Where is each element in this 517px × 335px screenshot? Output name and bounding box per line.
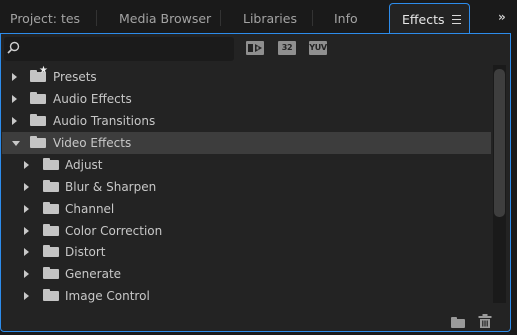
tree-item-label: Image Control (65, 289, 150, 303)
folder-icon (43, 180, 59, 192)
search-field (4, 37, 234, 61)
effects-panel: 32 YUV ★ Presets Audio Effects Audio Tra… (0, 33, 511, 332)
tree-item-distort[interactable]: Distort (2, 241, 491, 263)
tree-item-label: Blur & Sharpen (65, 180, 157, 194)
tab-separator (220, 10, 221, 26)
expand-toggle-icon[interactable] (24, 161, 29, 169)
tree-item-adjust[interactable]: Adjust (2, 154, 491, 176)
tab-separator (312, 10, 313, 26)
expand-toggle-icon[interactable] (12, 95, 17, 103)
tree-item-label: Distort (65, 245, 106, 259)
tab-separator (96, 10, 97, 26)
tab-effects-active[interactable]: Effects (389, 3, 470, 35)
accelerated-effects-filter-button[interactable] (246, 41, 264, 55)
expand-toggle-icon[interactable] (24, 205, 29, 213)
tree-item-blur-sharpen[interactable]: Blur & Sharpen (2, 176, 491, 198)
tree-item-label: Audio Effects (53, 92, 132, 106)
tab-info[interactable]: Info (334, 0, 358, 33)
new-bin-icon[interactable] (451, 317, 465, 328)
folder-icon (43, 267, 59, 279)
tree-item-image-control[interactable]: Image Control (2, 285, 491, 303)
expand-toggle-icon[interactable] (24, 270, 29, 278)
vertical-scrollbar[interactable] (493, 65, 506, 303)
folder-icon (30, 114, 46, 126)
panel-menu-icon[interactable] (452, 15, 461, 24)
tree-item-label: Channel (65, 202, 115, 216)
yuv-filter-button[interactable]: YUV (309, 41, 327, 55)
tree-item-label: Audio Transitions (53, 114, 156, 128)
folder-icon (43, 289, 59, 301)
tree-item-label: Video Effects (53, 136, 132, 150)
tree-item-presets[interactable]: ★ Presets (2, 66, 491, 88)
tree-item-generate[interactable]: Generate (2, 263, 491, 285)
folder-icon (43, 245, 59, 257)
tree-item-channel[interactable]: Channel (2, 198, 491, 220)
32-bit-filter-button[interactable]: 32 (278, 41, 296, 55)
tree-item-label: Color Correction (65, 224, 163, 238)
tab-media-browser[interactable]: Media Browser (119, 0, 211, 33)
expand-toggle-icon[interactable] (12, 73, 17, 81)
search-icon (7, 41, 20, 54)
expand-toggle-icon[interactable] (24, 248, 29, 256)
folder-icon (30, 136, 46, 148)
folder-icon (43, 224, 59, 236)
tab-project[interactable]: Project: tes (10, 0, 80, 33)
folder-icon (30, 92, 46, 104)
expand-toggle-icon[interactable] (24, 227, 29, 235)
tab-libraries[interactable]: Libraries (243, 0, 297, 33)
tree-item-audio-transitions[interactable]: Audio Transitions (2, 110, 491, 132)
preset-folder-icon: ★ (30, 66, 48, 82)
expand-toggle-icon[interactable] (24, 183, 29, 191)
tree-item-label: Presets (53, 70, 97, 84)
folder-icon (43, 158, 59, 170)
trash-icon[interactable] (478, 314, 492, 328)
search-input[interactable] (24, 39, 229, 59)
effects-tree: ★ Presets Audio Effects Audio Transition… (2, 65, 491, 303)
tree-item-audio-effects[interactable]: Audio Effects (2, 88, 491, 110)
panel-tab-bar: Project: tes Media Browser Libraries Inf… (0, 0, 517, 35)
folder-icon (43, 202, 59, 214)
tab-effects-label: Effects (402, 12, 445, 27)
tree-item-label: Adjust (65, 158, 103, 172)
tree-item-video-effects[interactable]: Video Effects (2, 132, 491, 154)
accelerated-effects-icon (248, 44, 262, 52)
scrollbar-thumb[interactable] (494, 69, 505, 217)
tree-item-color-correction[interactable]: Color Correction (2, 220, 491, 242)
expand-toggle-icon[interactable] (24, 292, 29, 300)
tree-item-label: Generate (65, 267, 122, 281)
collapse-toggle-icon[interactable] (12, 141, 20, 146)
expand-toggle-icon[interactable] (12, 117, 17, 125)
tab-overflow-icon[interactable]: » (498, 10, 506, 24)
